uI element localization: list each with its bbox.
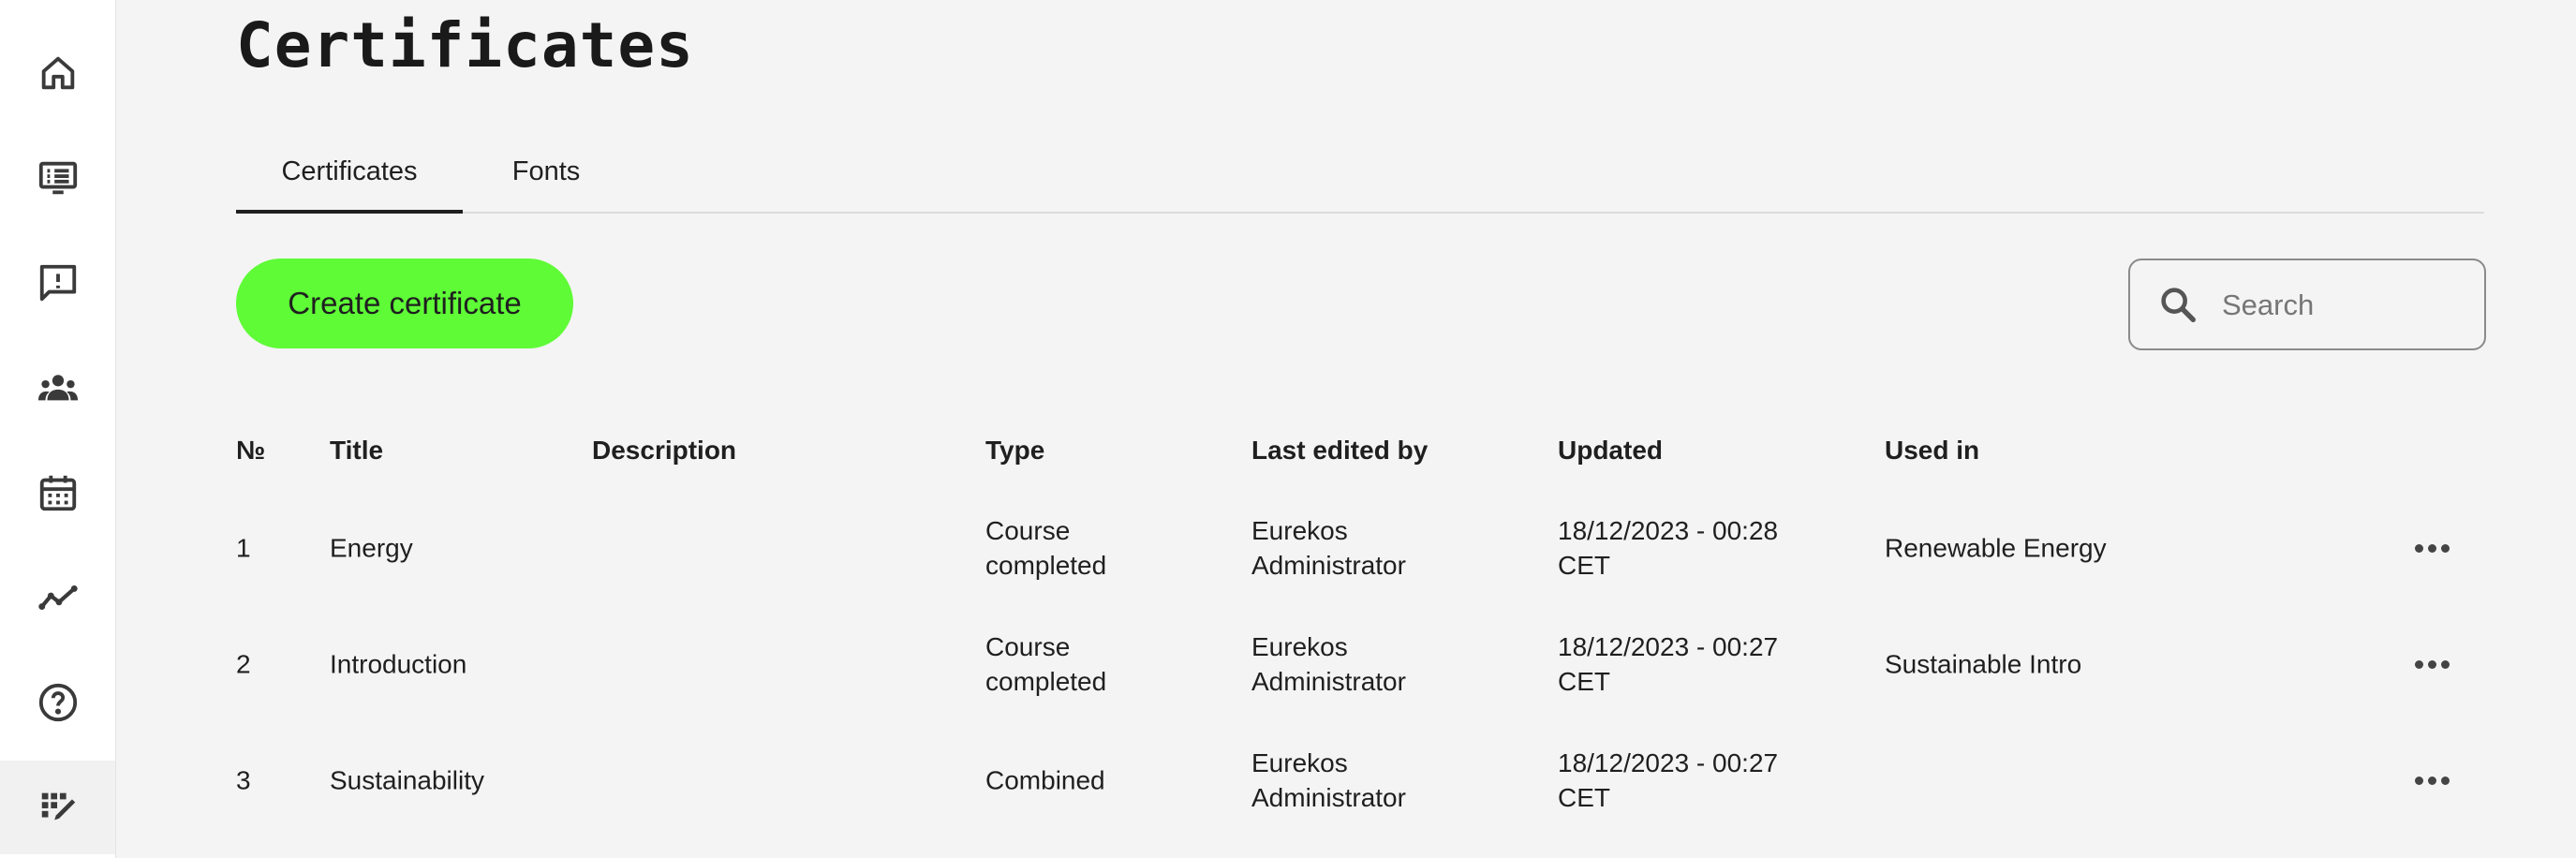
row-more-actions-icon[interactable] bbox=[2404, 762, 2460, 799]
analytics-icon bbox=[37, 584, 78, 611]
column-header-last-edited-by[interactable]: Last edited by bbox=[1251, 433, 1428, 467]
sidebar-item-feedback[interactable] bbox=[0, 236, 115, 330]
cell-type: Combined bbox=[985, 763, 1105, 798]
row-more-actions-icon[interactable] bbox=[2404, 645, 2460, 683]
cell-updated-line: CET bbox=[1558, 667, 1610, 696]
cell-updated-line: CET bbox=[1558, 551, 1610, 580]
help-icon bbox=[38, 683, 77, 722]
course-list-icon bbox=[38, 161, 77, 195]
column-header-description[interactable]: Description bbox=[592, 433, 736, 467]
tab-label: Fonts bbox=[511, 155, 581, 186]
cell-last-edited-by: Eurekos Administrator bbox=[1251, 513, 1406, 583]
cell-type-line: Combined bbox=[985, 765, 1105, 795]
cell-number: 1 bbox=[236, 533, 251, 563]
cell-updated: 18/12/2023 - 00:27 CET bbox=[1558, 629, 1778, 699]
cell-editor-line: Administrator bbox=[1251, 783, 1406, 812]
sidebar-item-help[interactable] bbox=[0, 656, 115, 749]
home-icon bbox=[41, 56, 74, 90]
cell-title: Introduction bbox=[330, 649, 467, 679]
cell-updated-line: 18/12/2023 - 00:28 bbox=[1558, 516, 1779, 545]
cell-updated-line: 18/12/2023 - 00:27 bbox=[1558, 632, 1779, 661]
create-certificate-label: Create certificate bbox=[288, 286, 522, 320]
cell-last-edited-by: Eurekos Administrator bbox=[1251, 746, 1406, 815]
users-group-icon bbox=[37, 375, 78, 401]
page-title: Certificates bbox=[236, 9, 694, 81]
row-more-actions-icon[interactable] bbox=[2404, 529, 2460, 567]
cell-updated-line: 18/12/2023 - 00:27 bbox=[1558, 748, 1779, 777]
sidebar-item-calendar[interactable] bbox=[0, 446, 115, 540]
search-box bbox=[2128, 259, 2486, 350]
tab-certificates[interactable]: Certificates bbox=[236, 131, 463, 214]
column-header-used-in[interactable]: Used in bbox=[1885, 433, 1979, 467]
column-header-title[interactable]: Title bbox=[330, 433, 383, 467]
sidebar-item-home[interactable] bbox=[0, 26, 115, 120]
cell-editor-line: Eurekos bbox=[1251, 748, 1348, 777]
table-row[interactable]: 2 Introduction Course completed Eurekos … bbox=[236, 606, 2484, 722]
cell-type-line: completed bbox=[985, 551, 1107, 580]
tab-fonts[interactable]: Fonts bbox=[463, 131, 629, 212]
cell-editor-line: Administrator bbox=[1251, 551, 1406, 580]
sidebar-item-users[interactable] bbox=[0, 341, 115, 435]
cell-updated: 18/12/2023 - 00:28 CET bbox=[1558, 513, 1778, 583]
cell-editor-line: Eurekos bbox=[1251, 632, 1348, 661]
cell-type: Course completed bbox=[985, 629, 1106, 699]
cell-editor-line: Eurekos bbox=[1251, 516, 1348, 545]
cell-number: 2 bbox=[236, 649, 251, 679]
cell-type: Course completed bbox=[985, 513, 1106, 583]
tab-label: Certificates bbox=[281, 155, 418, 186]
tab-bar: Certificates Fonts bbox=[236, 131, 2484, 214]
cell-updated-line: CET bbox=[1558, 783, 1610, 812]
cell-updated: 18/12/2023 - 00:27 CET bbox=[1558, 746, 1778, 815]
create-certificate-button[interactable]: Create certificate bbox=[236, 259, 573, 348]
feedback-icon bbox=[39, 264, 76, 302]
cell-title: Sustainability bbox=[330, 765, 484, 795]
cell-title: Energy bbox=[330, 533, 413, 563]
cell-number: 3 bbox=[236, 765, 251, 795]
column-header-updated[interactable]: Updated bbox=[1558, 433, 1663, 467]
sidebar bbox=[0, 0, 116, 858]
column-header-type[interactable]: Type bbox=[985, 433, 1044, 467]
cell-last-edited-by: Eurekos Administrator bbox=[1251, 629, 1406, 699]
table-row[interactable]: 1 Energy Course completed Eurekos Admini… bbox=[236, 490, 2484, 606]
sidebar-item-analytics[interactable] bbox=[0, 551, 115, 644]
cell-type-line: Course bbox=[985, 632, 1071, 661]
cell-type-line: completed bbox=[985, 667, 1107, 696]
cell-type-line: Course bbox=[985, 516, 1071, 545]
search-input[interactable] bbox=[2220, 260, 2477, 350]
certificate-design-icon bbox=[41, 792, 75, 821]
calendar-icon bbox=[39, 475, 76, 511]
search-icon bbox=[2161, 288, 2196, 322]
cell-used-in: Renewable Energy bbox=[1885, 533, 2107, 563]
table-row[interactable]: 3 Sustainability Combined Eurekos Admini… bbox=[236, 722, 2484, 838]
column-header-number: № bbox=[236, 436, 266, 465]
sidebar-item-certificates[interactable] bbox=[0, 761, 115, 854]
cell-editor-line: Administrator bbox=[1251, 667, 1406, 696]
sidebar-item-courses[interactable] bbox=[0, 131, 115, 225]
cell-used-in: Sustainable Intro bbox=[1885, 649, 2082, 679]
